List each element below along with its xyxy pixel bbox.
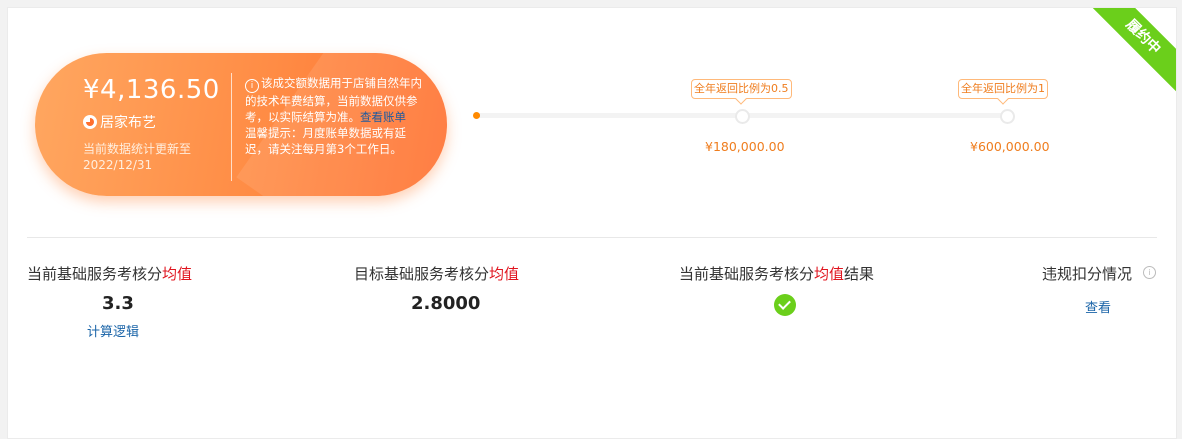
- category-label: 居家布艺: [100, 115, 156, 131]
- milestone-2-node: [1000, 109, 1015, 124]
- status-ribbon: 履约中: [1079, 8, 1176, 101]
- milestone-1-tip: 全年返回比例为0.5: [691, 79, 792, 99]
- pie-chart-icon: [83, 115, 97, 129]
- target-score-label-text: 目标基础服务考核分: [354, 265, 490, 283]
- info-icon[interactable]: i: [1143, 266, 1156, 279]
- pill-divider: [231, 73, 232, 181]
- score-result-label-highlight: 均值: [814, 265, 845, 283]
- target-score-label-highlight: 均值: [489, 265, 520, 283]
- score-result-label-text: 当前基础服务考核分: [679, 265, 815, 283]
- contract-card: 履约中 ¥4,136.50 居家布艺 当前数据统计更新至2022/12/31 i…: [7, 7, 1177, 439]
- calc-logic-link[interactable]: 计算逻辑: [87, 321, 139, 340]
- summary-pill: ¥4,136.50 居家布艺 当前数据统计更新至2022/12/31 i 该成交额…: [35, 53, 447, 196]
- progress-start-dot: [473, 112, 480, 119]
- score-result-label-suffix: 结果: [844, 265, 875, 283]
- update-note: 当前数据统计更新至2022/12/31: [83, 142, 192, 172]
- current-score-value: 3.3: [102, 293, 134, 314]
- milestone-2-amount: ¥600,000.00: [970, 139, 1050, 154]
- info-icon: i: [245, 79, 259, 93]
- target-score-value: 2.8000: [411, 293, 481, 314]
- current-score-label: 当前基础服务考核分均值: [27, 263, 192, 284]
- notice-text: i 该成交额数据用于店铺自然年内的技术年费结算，当前数据仅供参考，以实际结算为准。…: [245, 75, 423, 157]
- milestone-2-tip: 全年返回比例为1: [958, 79, 1048, 99]
- view-violations-link[interactable]: 查看: [1085, 297, 1111, 316]
- view-bill-link[interactable]: 查看账单: [360, 110, 406, 124]
- notice-part2: 温馨提示：月度账单数据或有延迟，请关注每月第3个工作日。: [245, 126, 406, 156]
- current-score-label-text: 当前基础服务考核分: [27, 265, 163, 283]
- milestone-1-amount: ¥180,000.00: [705, 139, 785, 154]
- target-score-label: 目标基础服务考核分均值: [354, 263, 519, 284]
- check-icon: [774, 294, 796, 316]
- milestone-1-node: [735, 109, 750, 124]
- score-result-label: 当前基础服务考核分均值结果: [679, 263, 874, 284]
- transaction-amount: ¥4,136.50: [83, 75, 220, 105]
- section-divider: [27, 237, 1157, 238]
- category-row: 居家布艺: [83, 112, 156, 132]
- violations-label: 违规扣分情况: [1042, 265, 1133, 283]
- current-score-label-highlight: 均值: [162, 265, 193, 283]
